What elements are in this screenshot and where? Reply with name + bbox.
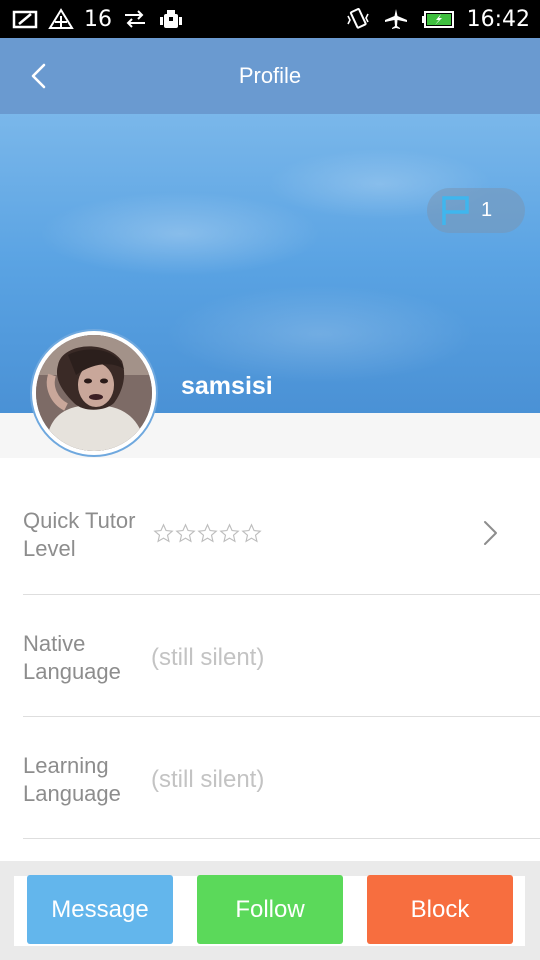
- airplane-mode-icon: [383, 8, 409, 30]
- flag-count: 1: [481, 199, 493, 221]
- star-empty-icon: [153, 523, 174, 543]
- block-button[interactable]: Block: [367, 875, 513, 944]
- tutor-level-stars: [153, 523, 262, 544]
- list-item-learning-language: Learning Language (still silent): [23, 717, 540, 839]
- back-button[interactable]: [18, 56, 58, 96]
- flag-badge[interactable]: 1: [427, 188, 525, 233]
- sync-icon: [122, 8, 148, 30]
- avatar-photo: [36, 335, 152, 451]
- wifi-icon: [48, 8, 74, 30]
- star-empty-icon: [175, 523, 196, 543]
- notes-icon: [12, 8, 38, 30]
- status-time: 16:42: [466, 6, 530, 32]
- native-language-value: (still silent): [151, 644, 265, 671]
- username: samsisi: [181, 372, 273, 400]
- chevron-right-icon[interactable]: [480, 519, 500, 547]
- flag-icon: [442, 195, 469, 225]
- page-title: Profile: [238, 63, 302, 88]
- list-item-native-language: Native Language (still silent): [23, 595, 540, 717]
- battery-charging-icon: [421, 8, 455, 30]
- message-button[interactable]: Message: [27, 875, 173, 944]
- status-bar: 16 16:42: [0, 0, 540, 38]
- follow-button[interactable]: Follow: [197, 875, 343, 944]
- tutor-level-label: Quick Tutor Level: [23, 508, 136, 561]
- native-language-label: Native Language: [23, 631, 121, 684]
- bottom-action-bar: Message Follow Block: [0, 861, 540, 960]
- star-empty-icon: [197, 523, 218, 543]
- star-empty-icon: [241, 523, 262, 543]
- android-debug-icon: [158, 8, 184, 30]
- notification-count: 16: [84, 6, 112, 32]
- chevron-left-icon: [31, 63, 46, 89]
- vibrate-icon: [345, 8, 371, 30]
- star-empty-icon: [219, 523, 240, 543]
- avatar[interactable]: [30, 329, 158, 457]
- learning-language-label: Learning Language: [23, 753, 121, 806]
- app-header: Profile: [0, 38, 540, 114]
- learning-language-value: (still silent): [151, 766, 265, 793]
- list-item-tutor-level[interactable]: Quick Tutor Level: [23, 458, 540, 595]
